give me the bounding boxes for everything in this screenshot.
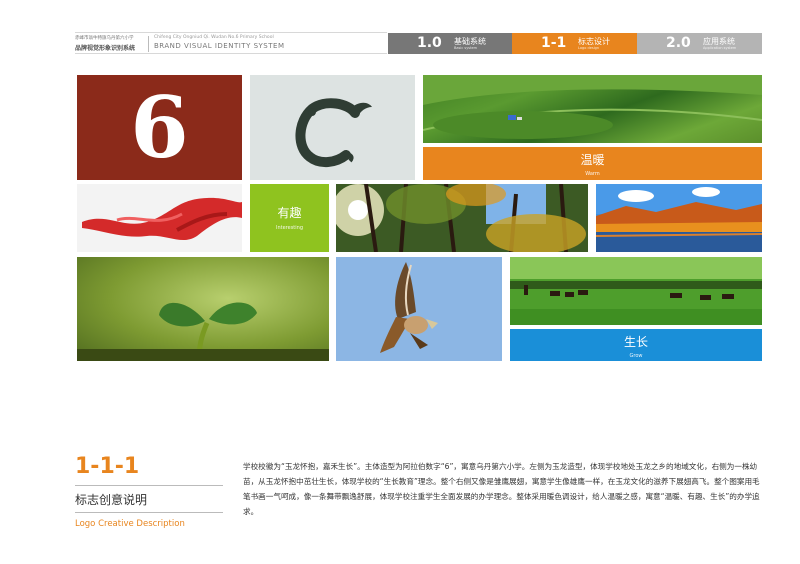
tab-label-en: Logo design	[578, 46, 600, 50]
tab-basic-system[interactable]: 1.0 基础系统 Basic system	[388, 33, 512, 54]
seedling-photo	[77, 257, 329, 361]
eagle-flying-image	[380, 262, 438, 353]
number-six-tile: 6	[77, 75, 242, 180]
section-number: 1-1-1	[75, 454, 140, 479]
brand-system-cn: 品牌视觉形象识别系统	[75, 45, 136, 52]
red-ribbon-image	[82, 197, 242, 241]
interesting-label-cn: 有趣	[277, 206, 302, 220]
section-title-cn: 标志创意说明	[75, 493, 148, 507]
tab-number: 1-1	[541, 35, 567, 51]
grassland-horses-image	[510, 257, 762, 325]
warm-label-cn: 温暖	[580, 153, 605, 167]
grow-label-tile: 生长 Grow	[510, 329, 762, 361]
number-six: 6	[130, 78, 189, 177]
grow-label-en: Grow	[629, 353, 643, 359]
autumn-landscape-photo	[596, 184, 762, 252]
grassland-horses-photo	[510, 257, 762, 325]
farmland-photo	[423, 75, 762, 143]
interesting-label-en: Interesting	[276, 225, 303, 231]
section-divider-bottom	[75, 512, 223, 513]
school-name-cn: 赤峰市翁牛特旗乌丹第六小学	[75, 36, 134, 41]
red-ribbon-photo	[77, 184, 242, 252]
tab-label-en: Application system	[703, 46, 737, 50]
jade-dragon-icon	[295, 98, 372, 167]
brand-system-en: BRAND VISUAL IDENTITY SYSTEM	[154, 42, 285, 50]
header-divider	[148, 36, 149, 52]
section-divider-top	[75, 485, 223, 486]
logo-description-text: 学校校徽为“玉龙怀抱，嘉禾生长”。主体造型为阿拉伯数字“6”，寓意乌丹第六小学。…	[243, 462, 760, 516]
warm-label-en: Warm	[585, 171, 600, 177]
header-identity: 赤峰市翁牛特旗乌丹第六小学 品牌视觉形象识别系统 Chifeng City On…	[75, 32, 387, 54]
tab-logo-design[interactable]: 1-1 标志设计 Logo design	[512, 33, 637, 54]
tab-label-en: Basic system	[454, 46, 478, 50]
tab-number: 2.0	[666, 35, 691, 51]
farmland-fields-image	[423, 75, 762, 139]
tab-application-system[interactable]: 2.0 应用系统 Application system	[637, 33, 762, 54]
forest-sunlight-photo	[336, 184, 588, 252]
interesting-label-tile: 有趣 Interesting	[250, 184, 329, 252]
warm-label-tile: 温暖 Warm	[423, 147, 762, 180]
grow-label-cn: 生长	[623, 335, 648, 349]
section-title-en: Logo Creative Description	[75, 519, 185, 529]
jade-dragon-tile	[250, 75, 415, 180]
autumn-landscape-image	[596, 184, 762, 252]
forest-sunlight-image	[336, 184, 588, 252]
eagle-photo	[336, 257, 502, 361]
seedling-sprout-image	[77, 302, 329, 361]
tab-number: 1.0	[417, 35, 442, 51]
school-name-en: Chifeng City Ongniud Qi. Wudan No.6 Prim…	[154, 35, 274, 40]
